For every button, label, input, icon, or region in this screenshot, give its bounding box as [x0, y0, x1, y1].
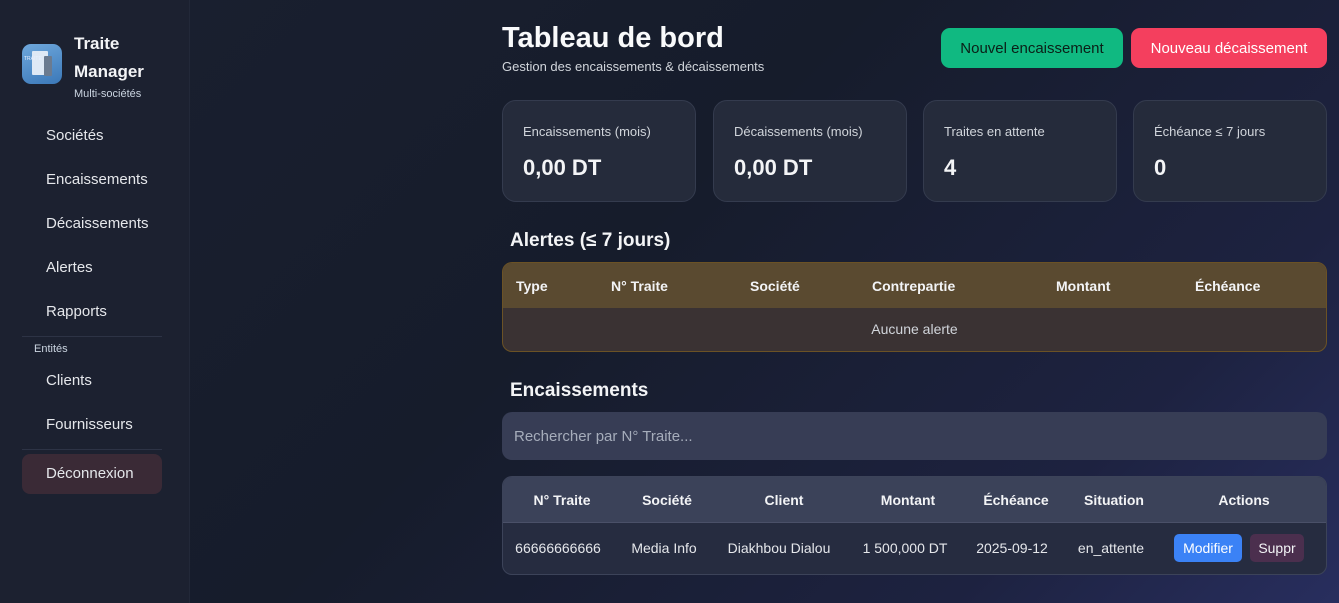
- sidebar-item-rapports[interactable]: Rapports: [22, 292, 162, 332]
- column-header[interactable]: Type: [516, 278, 548, 294]
- column-header[interactable]: N° Traite: [611, 278, 668, 294]
- brand-title: Traite Manager: [74, 34, 144, 81]
- encaissements-table-header: N° Traite Société Client Montant Échéanc…: [503, 477, 1326, 523]
- alerts-empty-message: Aucune alerte: [871, 321, 958, 337]
- stat-label: Décaissements (mois): [734, 124, 863, 139]
- sidebar: TRAITE Traite Manager Multi-sociétés Soc…: [0, 0, 190, 603]
- stat-value: 0,00 DT: [523, 155, 602, 180]
- stat-label: Encaissements (mois): [523, 124, 651, 139]
- alerts-table: Type N° Traite Société Contrepartie Mont…: [502, 262, 1327, 352]
- encaissements-title: Encaissements: [510, 380, 649, 401]
- table-row: 66666666666 Media Info Diakhbou Dialou 1…: [503, 523, 1326, 574]
- page-title: Tableau de bord: [502, 22, 724, 54]
- sidebar-item-fournisseurs[interactable]: Fournisseurs: [22, 405, 162, 445]
- column-header[interactable]: Échéance: [983, 492, 1048, 508]
- cell-echeance: 2025-09-12: [976, 540, 1048, 556]
- sidebar-section-label: Entités: [34, 343, 68, 355]
- stat-label: Traites en attente: [944, 124, 1045, 139]
- column-header[interactable]: Société: [642, 492, 692, 508]
- sidebar-item-encaissements[interactable]: Encaissements: [22, 160, 162, 200]
- sidebar-item-clients[interactable]: Clients: [22, 361, 162, 401]
- stat-card-encaissements: Encaissements (mois) 0,00 DT: [502, 100, 696, 202]
- search-input[interactable]: [502, 412, 1327, 460]
- column-header[interactable]: N° Traite: [534, 492, 591, 508]
- stat-value: 0,00 DT: [734, 155, 813, 180]
- cell-numero: 66666666666: [515, 540, 601, 556]
- stat-value: 0: [1154, 155, 1167, 180]
- column-header[interactable]: Société: [750, 278, 800, 294]
- column-header[interactable]: Montant: [1056, 278, 1110, 294]
- cell-situation: en_attente: [1077, 540, 1145, 556]
- cell-montant: 1 500,000 DT: [862, 540, 948, 556]
- column-header: Actions: [1218, 492, 1270, 508]
- brand-subtitle: Multi-sociétés: [74, 88, 142, 100]
- edit-button[interactable]: Modifier: [1174, 534, 1242, 562]
- alerts-table-header: Type N° Traite Société Contrepartie Mont…: [503, 263, 1326, 308]
- column-header[interactable]: Client: [765, 492, 804, 508]
- sidebar-item-decaissements[interactable]: Décaissements: [22, 204, 162, 244]
- logout-button[interactable]: Déconnexion: [22, 454, 162, 494]
- cell-societe: Media Info: [631, 540, 697, 556]
- new-encaissement-button[interactable]: Nouvel encaissement: [941, 28, 1123, 68]
- brand: TRAITE Traite Manager Multi-sociétés: [22, 30, 164, 100]
- cell-client: Diakhbou Dialou: [727, 540, 831, 556]
- logo-text: TRAITE: [24, 56, 42, 62]
- column-header[interactable]: Contrepartie: [872, 278, 955, 294]
- delete-button[interactable]: Suppr: [1250, 534, 1304, 562]
- sidebar-item-societes[interactable]: Sociétés: [22, 116, 162, 156]
- column-header[interactable]: Montant: [881, 492, 935, 508]
- sidebar-divider: [22, 449, 162, 450]
- column-header[interactable]: Situation: [1084, 492, 1144, 508]
- stat-card-echeance: Échéance ≤ 7 jours 0: [1133, 100, 1327, 202]
- stat-value: 4: [944, 155, 957, 180]
- sidebar-divider: [22, 336, 162, 337]
- alerts-title: Alertes (≤ 7 jours): [510, 230, 671, 251]
- column-header[interactable]: Échéance: [1195, 278, 1260, 294]
- sidebar-item-alertes[interactable]: Alertes: [22, 248, 162, 288]
- stat-card-traites-attente: Traites en attente 4: [923, 100, 1117, 202]
- stat-label: Échéance ≤ 7 jours: [1154, 124, 1266, 139]
- app-logo-icon: TRAITE: [22, 44, 62, 84]
- stat-card-decaissements: Décaissements (mois) 0,00 DT: [713, 100, 907, 202]
- encaissements-table: N° Traite Société Client Montant Échéanc…: [502, 476, 1327, 575]
- page-subtitle: Gestion des encaissements & décaissement…: [502, 59, 765, 74]
- new-decaissement-button[interactable]: Nouveau décaissement: [1131, 28, 1327, 68]
